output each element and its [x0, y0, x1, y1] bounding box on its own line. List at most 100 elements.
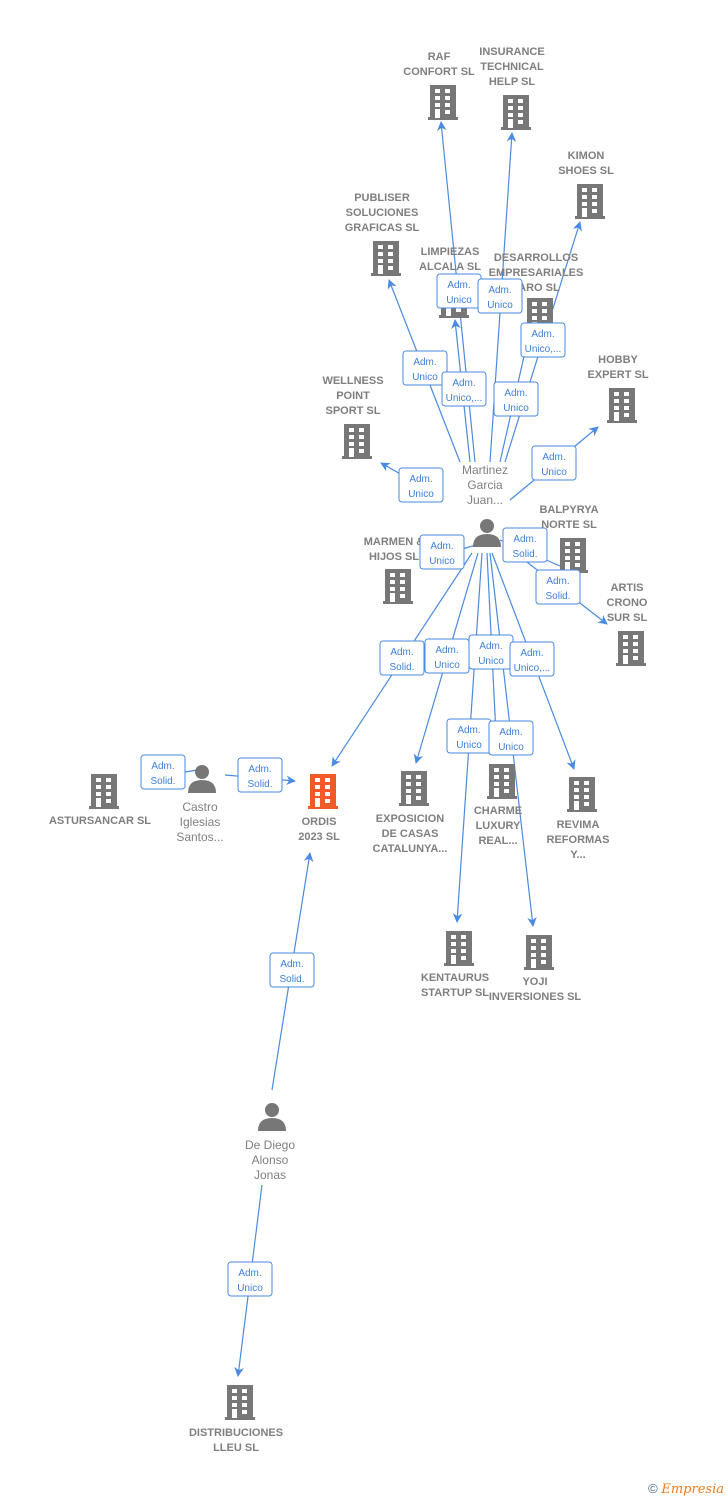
edge-label[interactable]: Adm. Solid. [535, 569, 581, 605]
node-label: NORTE SL [541, 519, 597, 531]
brand-logo: Empresia [661, 1482, 724, 1497]
building-icon [616, 631, 646, 666]
node-marmen[interactable]: MARMEN & HIJOS SL [364, 536, 425, 604]
edge-label[interactable]: Adm. Unico [227, 1261, 273, 1297]
edge-label[interactable]: Adm. Unico [398, 467, 444, 503]
node-label: DESARROLLOS [494, 252, 578, 264]
edge-label[interactable]: Adm. Unico [493, 381, 539, 417]
edge-label[interactable]: Adm. Solid. [237, 757, 283, 793]
node-martinez[interactable]: MartinezGarciaJuan... [462, 463, 508, 547]
edge-label[interactable]: Adm. Unico,... [509, 641, 555, 677]
node-label: Garcia [467, 478, 503, 492]
edge-label-text: Adm. [457, 725, 480, 736]
node-label: RAF [428, 51, 451, 63]
node-label: Castro [182, 800, 218, 814]
edge-label[interactable]: Adm. Unico [402, 350, 448, 386]
node-exposicion[interactable]: EXPOSICION DE CASAS CATALUNYA... [373, 771, 448, 855]
node-artis[interactable]: ARTIS CRONO SUR SL [607, 582, 648, 666]
node-label: SOLUCIONES [346, 207, 419, 219]
node-yoji[interactable]: YOJI INVERSIONES SL [489, 935, 582, 1003]
node-label: Iglesias [180, 815, 221, 829]
edge-label[interactable]: Adm. Unico [531, 445, 577, 481]
building-icon [428, 85, 458, 120]
edge-label-text: Unico [446, 295, 472, 306]
node-label: KENTAURUS [421, 972, 489, 984]
node-astursancar[interactable]: ASTURSANCAR SL [49, 774, 151, 827]
edge-label-text: Adm. [390, 647, 413, 658]
node-kentaurus[interactable]: KENTAURUS STARTUP SL [421, 931, 489, 999]
person-icon [258, 1103, 286, 1131]
edge-label[interactable]: Adm. Unico [468, 634, 514, 670]
building-icon [607, 388, 637, 423]
building-icon [444, 931, 474, 966]
node-label: DISTRIBUCIONES [189, 1427, 283, 1439]
person-icon [473, 519, 501, 547]
building-icon [399, 771, 429, 806]
node-label: REVIMA [557, 819, 600, 831]
edge-label-text: Unico [498, 742, 524, 753]
edge-label[interactable]: Adm. Unico,... [520, 322, 566, 358]
edge-label-text: Unico [487, 300, 513, 311]
edge-label[interactable]: Adm. Unico [488, 720, 534, 756]
node-kimon[interactable]: KIMON SHOES SL [558, 150, 614, 219]
node-balpyrya[interactable]: BALPYRYA NORTE SL [539, 504, 599, 573]
node-label: ASTURSANCAR SL [49, 815, 151, 827]
edge-label[interactable]: Adm. Solid. [269, 952, 315, 988]
edge-label-text: Adm. [151, 761, 174, 772]
node-wellness[interactable]: WELLNESS POINT SPORT SL [322, 375, 384, 459]
node-label: PUBLISER [354, 192, 410, 204]
node-label: INSURANCE [479, 46, 544, 58]
edge-label-text: Adm. [479, 641, 502, 652]
node-label: Jonas [254, 1168, 286, 1182]
edge-label[interactable]: Adm. Solid. [140, 754, 186, 790]
node-ordis[interactable]: ORDIS 2023 SL [298, 774, 340, 843]
building-icon [383, 569, 413, 604]
node-label: STARTUP SL [421, 987, 489, 999]
node-label: CATALUNYA... [373, 843, 448, 855]
building-icon [575, 184, 605, 219]
building-icon [225, 1385, 255, 1420]
edge-label-text: Adm. [452, 378, 475, 389]
building-icon [89, 774, 119, 809]
edge-label-text: Adm. [499, 727, 522, 738]
edge-label[interactable]: Adm. Solid. [379, 640, 425, 676]
edge-label[interactable]: Adm. Unico [477, 278, 523, 314]
node-label: CHARME [474, 805, 522, 817]
edge-label[interactable]: Adm. Unico [446, 718, 492, 754]
node-label: De Diego [245, 1138, 295, 1152]
node-label: ORDIS [302, 816, 337, 828]
node-label: EMPRESARIALES [489, 267, 584, 279]
edge-label[interactable]: Adm. Unico [419, 534, 465, 570]
node-label: SHOES SL [558, 165, 614, 177]
edge-label-text: Unico [434, 660, 460, 671]
edge-label-text: Solid. [389, 662, 414, 673]
edge-label-text: Unico [412, 372, 438, 383]
building-icon [567, 777, 597, 812]
edge-label[interactable]: Adm. Solid. [502, 527, 548, 563]
edge-label[interactable]: Adm. Unico [424, 638, 470, 674]
node-label: BALPYRYA [539, 504, 598, 516]
node-insurance[interactable]: INSURANCE TECHNICAL HELP SL [479, 46, 545, 130]
edge-label[interactable]: Adm. Unico,... [441, 371, 487, 407]
node-label: HOBBY [598, 354, 638, 366]
node-label: EXPOSICION [376, 813, 445, 825]
node-label: CRONO [607, 597, 648, 609]
node-distribuciones[interactable]: DISTRIBUCIONES LLEU SL [189, 1385, 283, 1454]
node-label: HIJOS SL [369, 551, 419, 563]
node-revima[interactable]: REVIMA REFORMAS Y... [547, 777, 610, 861]
edge-label-text: Adm. [531, 329, 554, 340]
edge-label[interactable]: Adm. Unico [436, 273, 482, 309]
node-label: REFORMAS [547, 834, 610, 846]
node-publiser[interactable]: PUBLISER SOLUCIONES GRAFICAS SL [345, 192, 420, 276]
node-label: LLEU SL [213, 1442, 259, 1454]
node-dediego[interactable]: De DiegoAlonsoJonas [245, 1103, 295, 1182]
edge-label-text: Solid. [545, 591, 570, 602]
edge-label-text: Adm. [488, 285, 511, 296]
node-label: YOJI [522, 976, 547, 988]
node-raf[interactable]: RAF CONFORT SL [403, 51, 475, 120]
edge-label-text: Unico [408, 489, 434, 500]
node-label: LIMPIEZAS [421, 246, 480, 258]
node-hobby[interactable]: HOBBY EXPERT SL [587, 354, 649, 423]
node-charme[interactable]: CHARME LUXURY REAL... [474, 764, 522, 847]
footer-brand: © Empresia [648, 1481, 724, 1497]
